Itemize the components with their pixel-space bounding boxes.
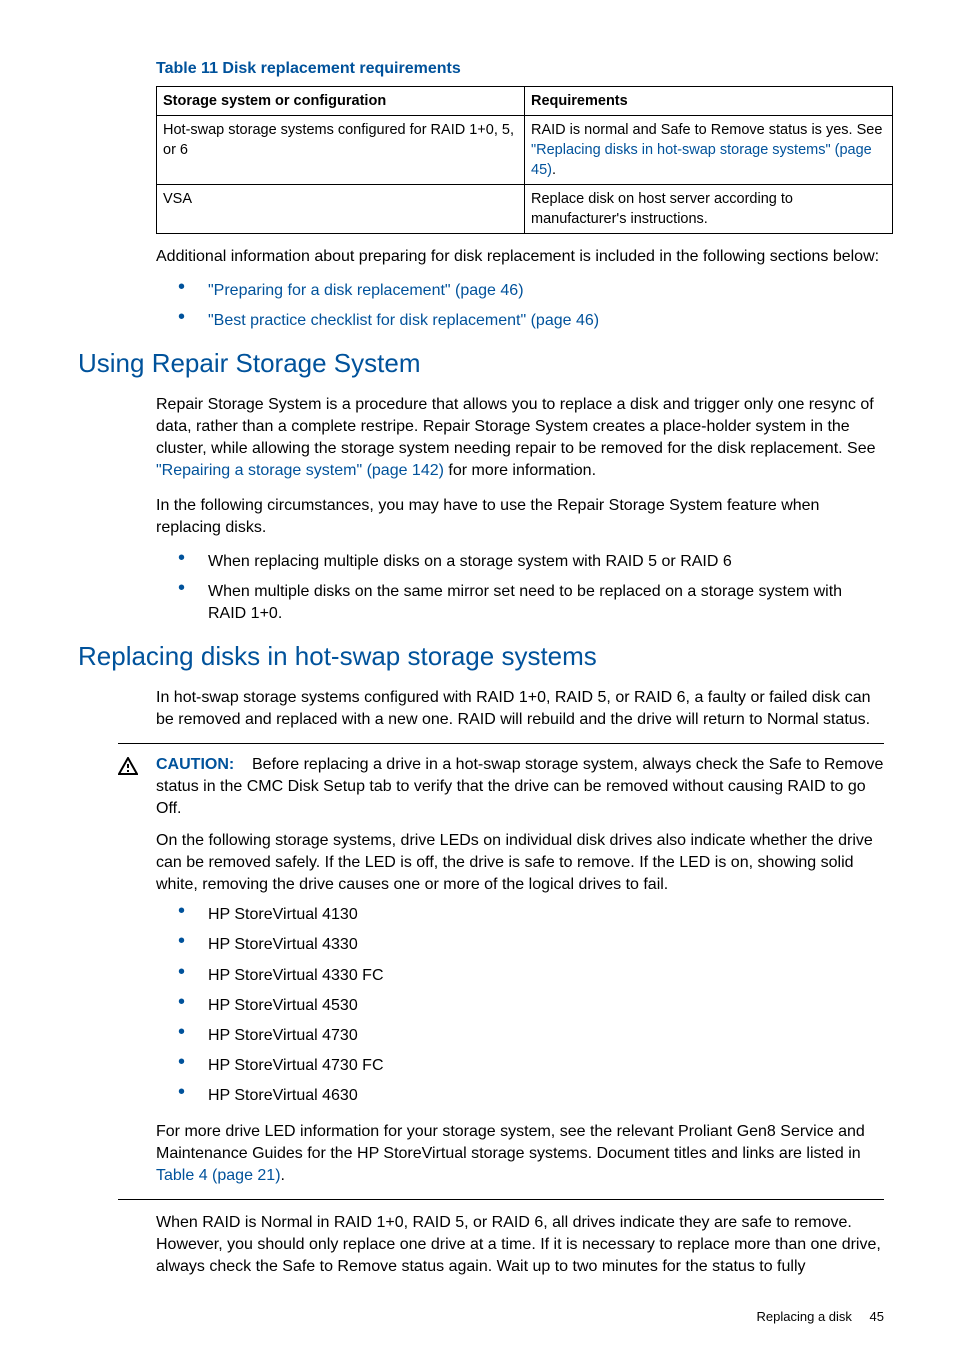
list-item: HP StoreVirtual 4330 FC [178, 965, 884, 987]
intro-link-list: "Preparing for a disk replacement" (page… [178, 280, 884, 332]
list-item: HP StoreVirtual 4730 FC [178, 1055, 884, 1077]
page-footer: Replacing a disk 45 [78, 1308, 884, 1326]
cell-config: Hot-swap storage systems configured for … [157, 116, 525, 185]
list-item: HP StoreVirtual 4130 [178, 904, 884, 926]
list-item: "Preparing for a disk replacement" (page… [178, 280, 884, 302]
circumstances-list: When replacing multiple disks on a stora… [178, 551, 884, 625]
list-item: HP StoreVirtual 4630 [178, 1085, 884, 1107]
cell-config: VSA [157, 185, 525, 234]
link-table-4[interactable]: Table 4 (page 21) [156, 1167, 281, 1184]
cell-requirements: Replace disk on host server according to… [525, 185, 893, 234]
table-header-requirements: Requirements [525, 87, 893, 116]
text: RAID is normal and Safe to Remove status… [531, 122, 882, 138]
text: Repair Storage System is a procedure tha… [156, 396, 876, 457]
link-preparing-replacement[interactable]: "Preparing for a disk replacement" (page… [208, 282, 524, 299]
heading-using-repair: Using Repair Storage System [78, 346, 884, 382]
page-number: 45 [870, 1309, 884, 1324]
paragraph: Repair Storage System is a procedure tha… [156, 394, 884, 482]
list-item: HP StoreVirtual 4730 [178, 1025, 884, 1047]
caution-paragraph: CAUTION: Before replacing a drive in a h… [156, 754, 884, 820]
text: For more drive LED information for your … [156, 1123, 865, 1162]
text: . [281, 1167, 285, 1184]
list-item: When replacing multiple disks on a stora… [178, 551, 884, 573]
list-item: HP StoreVirtual 4330 [178, 934, 884, 956]
model-list: HP StoreVirtual 4130 HP StoreVirtual 433… [178, 904, 884, 1107]
table-header-config: Storage system or configuration [157, 87, 525, 116]
caution-label: CAUTION: [156, 756, 234, 773]
text: for more information. [444, 462, 596, 479]
paragraph: In hot-swap storage systems configured w… [156, 687, 884, 731]
list-item: HP StoreVirtual 4530 [178, 995, 884, 1017]
text: Before replacing a drive in a hot-swap s… [156, 756, 883, 817]
footer-label: Replacing a disk [757, 1309, 852, 1324]
caution-body: CAUTION: Before replacing a drive in a h… [156, 754, 884, 1187]
page-content: Table 11 Disk replacement requirements S… [0, 0, 954, 1366]
list-item: "Best practice checklist for disk replac… [178, 310, 884, 332]
caution-paragraph: For more drive LED information for your … [156, 1121, 884, 1187]
paragraph: In the following circumstances, you may … [156, 495, 884, 539]
link-repairing-storage-system[interactable]: "Repairing a storage system" (page 142) [156, 462, 444, 479]
heading-replacing-hotswap: Replacing disks in hot-swap storage syst… [78, 639, 884, 675]
table-row: VSA Replace disk on host server accordin… [157, 185, 893, 234]
paragraph: When RAID is Normal in RAID 1+0, RAID 5,… [156, 1212, 884, 1278]
table-row: Hot-swap storage systems configured for … [157, 116, 893, 185]
list-item: When multiple disks on the same mirror s… [178, 581, 884, 625]
link-replacing-hotswap[interactable]: "Replacing disks in hot-swap storage sys… [531, 142, 872, 178]
requirements-table: Storage system or configuration Requirem… [156, 86, 893, 234]
table-title: Table 11 Disk replacement requirements [156, 58, 884, 80]
cell-requirements: RAID is normal and Safe to Remove status… [525, 116, 893, 185]
link-best-practice-checklist[interactable]: "Best practice checklist for disk replac… [208, 312, 599, 329]
caution-block: CAUTION: Before replacing a drive in a h… [118, 743, 884, 1200]
intro-paragraph: Additional information about preparing f… [156, 246, 884, 268]
text: . [552, 162, 556, 178]
caution-paragraph: On the following storage systems, drive … [156, 830, 884, 896]
caution-icon [118, 756, 138, 784]
